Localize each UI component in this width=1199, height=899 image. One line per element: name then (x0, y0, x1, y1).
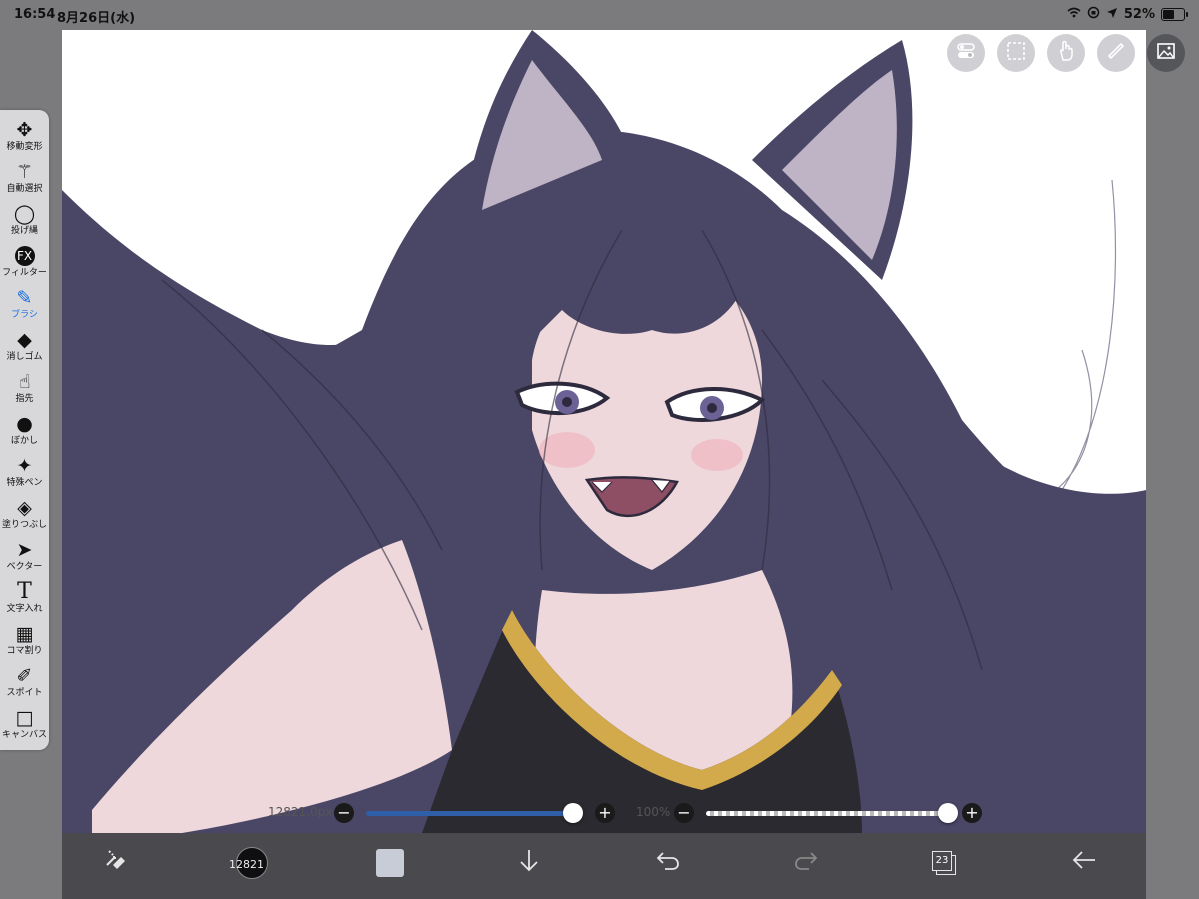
brush-size-decrease-button[interactable]: − (334, 803, 354, 823)
tool-label: 文字入れ (6, 604, 43, 614)
brush-size-label: 12821.0px (268, 805, 333, 819)
status-bar: 16:54 8月26日(水) 52% (0, 0, 1199, 30)
eraser-icon: ◆ (17, 329, 32, 351)
status-indicators: 52% (1067, 6, 1188, 23)
redo-icon (793, 848, 819, 878)
tool-filter[interactable]: FX フィルター (0, 244, 49, 286)
tool-label: フィルター (2, 268, 47, 278)
tool-label: コマ割り (6, 646, 43, 656)
tool-text[interactable]: T 文字入れ (0, 580, 49, 622)
status-date: 8月26日(水) (57, 11, 136, 26)
tool-panel-divide[interactable]: ▦ コマ割り (0, 622, 49, 664)
tool-special-pen[interactable]: ✦ 特殊ペン (0, 454, 49, 496)
blur-drop-icon: ● (16, 413, 33, 435)
panel-divide-icon: ▦ (15, 623, 34, 645)
tool-label: ぼかし (10, 436, 38, 446)
status-time: 16:54 (14, 7, 56, 22)
gesture-hand-icon (1057, 40, 1075, 66)
tool-label: スポイト (6, 688, 43, 698)
tool-lasso[interactable]: ◯ 投げ縄 (0, 202, 49, 244)
gesture-button[interactable] (1047, 34, 1085, 72)
tool-label: キャンバス (1, 730, 47, 740)
brush-size-slider-knob[interactable] (563, 803, 583, 823)
tool-smudge[interactable]: ☝ 指先 (0, 370, 49, 412)
selection-button[interactable] (997, 34, 1035, 72)
tool-canvas[interactable]: □ キャンバス (0, 706, 49, 748)
brush-sliders: 12821.0px − + 100% − + (260, 803, 1000, 825)
ruler-button[interactable] (1097, 34, 1135, 72)
magic-wand-icon: ⚚ (15, 161, 34, 183)
down-arrow-button[interactable] (509, 843, 549, 883)
tool-auto-select[interactable]: ⚚ 自動選択 (0, 160, 49, 202)
tool-eraser[interactable]: ◆ 消しゴム (0, 328, 49, 370)
opacity-increase-button[interactable]: + (962, 803, 982, 823)
tool-label: 塗りつぶし (1, 520, 48, 530)
tool-label: 投げ縄 (10, 226, 38, 236)
opacity-slider-track[interactable] (706, 811, 946, 816)
gallery-button[interactable] (1147, 34, 1185, 72)
color-button[interactable] (370, 843, 410, 883)
battery-icon (1161, 8, 1188, 21)
undo-button[interactable] (648, 843, 688, 883)
special-pen-sparkle-icon: ✦ (16, 455, 33, 477)
back-button[interactable] (1064, 843, 1104, 883)
smudge-finger-icon: ☝ (18, 371, 31, 393)
vector-arrow-icon: ➤ (16, 539, 33, 561)
tool-label: ベクター (6, 562, 43, 572)
layers-button[interactable]: 23 (924, 843, 964, 883)
tool-vector[interactable]: ➤ ベクター (0, 538, 49, 580)
fill-bucket-icon: ◈ (17, 497, 32, 519)
redo-button[interactable] (786, 843, 826, 883)
current-color-swatch (376, 849, 404, 877)
eyedropper-icon: ✐ (16, 665, 33, 687)
canvas-icon: □ (15, 707, 34, 729)
top-right-toolbar (947, 34, 1185, 72)
tool-brush[interactable]: ✎ ブラシ (0, 286, 49, 328)
tool-label: 消しゴム (6, 352, 43, 362)
undo-icon (655, 848, 681, 878)
text-icon: T (17, 579, 32, 604)
toggle-icon (956, 42, 976, 64)
brush-size-increase-button[interactable]: + (595, 803, 615, 823)
ruler-icon (1106, 41, 1126, 65)
layer-count: 23 (932, 851, 952, 871)
move-transform-icon: ✥ (16, 119, 33, 141)
gallery-icon (1156, 42, 1176, 64)
back-arrow-icon (1071, 848, 1097, 878)
selection-icon (1006, 41, 1026, 65)
wifi-icon (1067, 7, 1081, 22)
tool-blur[interactable]: ● ぼかし (0, 412, 49, 454)
location-arrow-icon (1106, 7, 1118, 23)
quick-menu-button[interactable] (96, 843, 136, 883)
opacity-slider-knob[interactable] (938, 803, 958, 823)
tool-label: 指先 (15, 394, 34, 404)
tool-eyedropper[interactable]: ✐ スポイト (0, 664, 49, 706)
toggle-button[interactable] (947, 34, 985, 72)
brush-size-slider-track[interactable] (366, 811, 576, 816)
down-arrow-icon (518, 848, 540, 879)
tool-label: 自動選択 (6, 184, 43, 194)
drawing-canvas[interactable] (62, 30, 1146, 833)
bottom-toolbar: 12821 23 (62, 833, 1146, 899)
tool-palette: ✥ 移動変形 ⚚ 自動選択 ◯ 投げ縄 FX フィルター ✎ ブラシ ◆ 消しゴ… (0, 110, 49, 750)
orientation-lock-icon (1087, 6, 1100, 23)
artwork-illustration (62, 30, 1146, 833)
tool-label: 特殊ペン (6, 478, 43, 488)
tool-move-transform[interactable]: ✥ 移動変形 (0, 118, 49, 160)
tool-fill[interactable]: ◈ 塗りつぶし (0, 496, 49, 538)
tool-label: 移動変形 (6, 142, 43, 152)
lasso-icon: ◯ (13, 203, 36, 225)
tool-label: ブラシ (11, 310, 38, 320)
brush-size-short-label: 12821 (229, 858, 264, 871)
battery-percent: 52% (1123, 7, 1155, 22)
opacity-label: 100% (636, 805, 671, 819)
swap-pen-eraser-icon (103, 847, 129, 880)
fx-filter-icon: FX (0, 244, 49, 268)
opacity-decrease-button[interactable]: − (674, 803, 694, 823)
layers-icon: 23 (932, 851, 956, 875)
brush-icon: ✎ (16, 287, 33, 309)
